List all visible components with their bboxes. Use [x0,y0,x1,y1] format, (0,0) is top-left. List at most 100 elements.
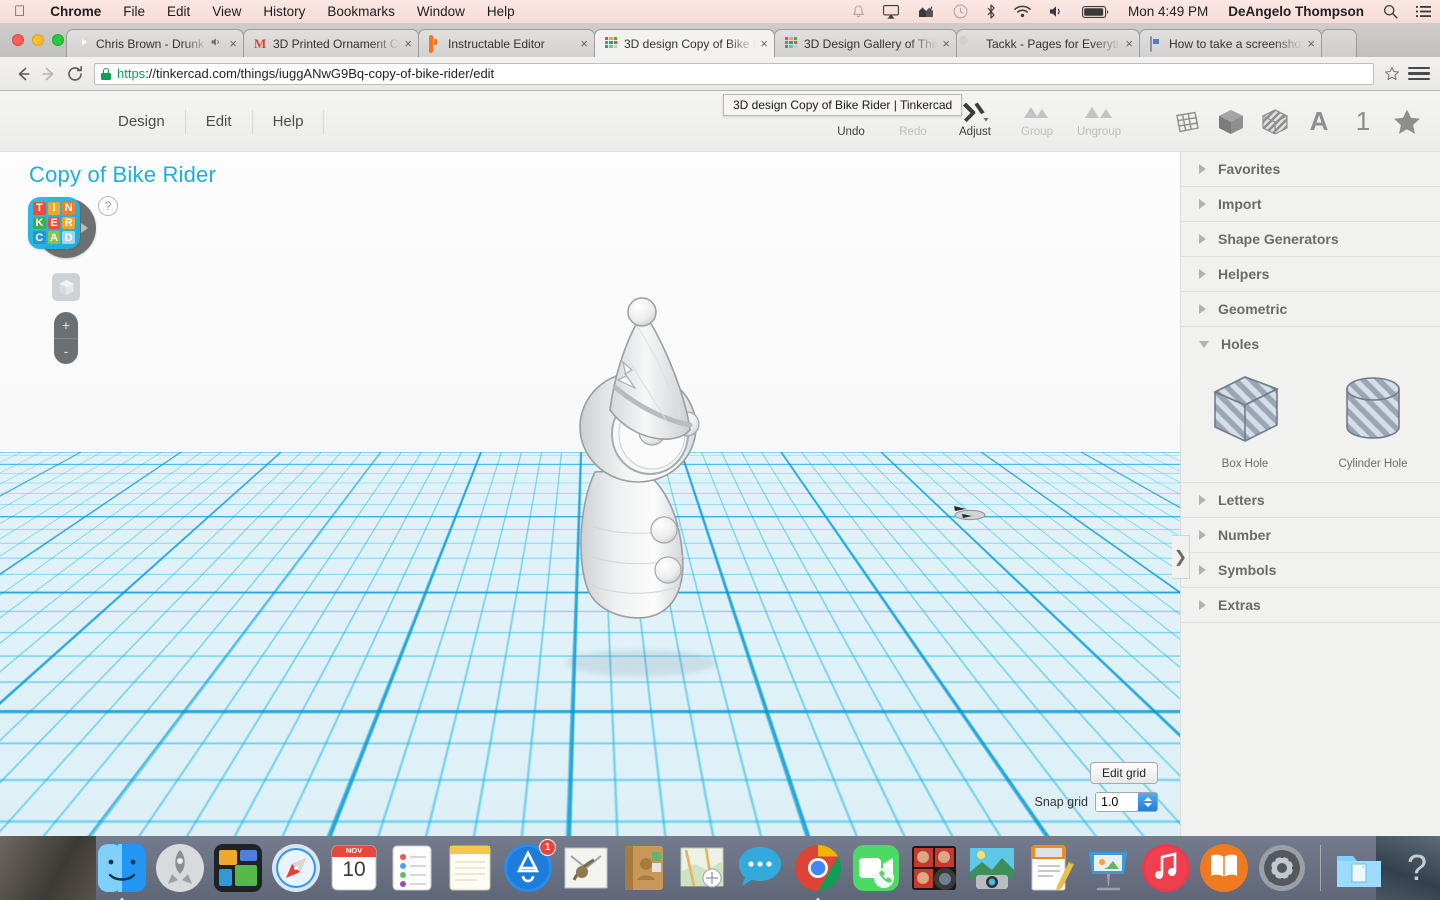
menubar-item-view[interactable]: View [201,0,252,24]
panel-collapse-handle[interactable]: ❯ [1172,535,1190,579]
workplane-icon[interactable] [1172,107,1202,137]
tab-close-button[interactable]: × [942,37,950,50]
iphoto-icon[interactable] [966,842,1018,894]
fit-to-view-button[interactable] [52,273,80,301]
shape-cylinder-hole[interactable]: Cylinder Hole [1309,367,1437,470]
itunes-icon[interactable] [1140,842,1192,894]
panel-section-header[interactable]: Holes [1181,327,1440,361]
notification-center-icon[interactable] [1407,0,1440,24]
page-title[interactable]: Copy of Bike Rider [29,162,216,188]
hole-cube-icon[interactable] [1260,107,1290,137]
snap-grid-stepper[interactable] [1095,792,1158,812]
tab-tinkercad-design[interactable]: 3D design Copy of Bike R × [594,29,775,57]
tab-tinkercad-gallery[interactable]: 3D Design Gallery of Thin × [774,29,957,57]
menubar-clock[interactable]: Mon 4:49 PM [1118,4,1218,19]
reminders-icon[interactable] [386,842,438,894]
edit-grid-button[interactable]: Edit grid [1089,762,1158,784]
shape-box-hole[interactable]: Box Hole [1181,367,1309,470]
search-icon[interactable] [1374,0,1407,24]
hamburger-menu-icon[interactable] [1408,63,1430,85]
favorites-star-icon[interactable] [1392,107,1422,137]
tab-audio-icon[interactable] [211,37,222,50]
tab-youtube[interactable]: Chris Brown - Drunk T × [66,29,244,57]
launchpad-icon[interactable] [154,842,206,894]
menubar-item-help[interactable]: Help [476,0,526,24]
tab-close-button[interactable]: × [1125,37,1133,50]
tab-instructable-editor[interactable]: Instructable Editor × [418,29,595,57]
snap-grid-input[interactable] [1096,793,1138,811]
volume-icon[interactable] [1040,0,1073,24]
pages-icon[interactable] [1024,842,1076,894]
maps-icon[interactable] [676,842,728,894]
tab-how-to-screenshot[interactable]: How to take a screenshot × [1139,29,1322,57]
tinkercad-logo[interactable]: T I N K E R C A D [28,197,80,249]
facetime-icon[interactable] [850,842,902,894]
letters-a-icon[interactable]: A [1304,106,1334,137]
tab-close-button[interactable]: × [580,37,588,50]
panel-section-header[interactable]: Helpers [1181,257,1440,291]
new-tab-button[interactable] [1321,29,1357,57]
bluetooth-icon[interactable] [977,0,1005,24]
menubar-item-history[interactable]: History [252,0,316,24]
calendar-icon[interactable]: NOV 10 [328,842,380,894]
notes-icon[interactable] [444,842,496,894]
apple-logo-icon[interactable]:  [14,4,25,19]
safari-icon[interactable] [270,842,322,894]
airplay-icon[interactable] [874,0,908,24]
zoom-controls[interactable]: + - [54,312,78,364]
shortcuts-home-icon[interactable] [908,0,944,24]
system-preferences-icon[interactable] [1256,842,1308,894]
panel-section-header[interactable]: Geometric [1181,292,1440,326]
number-1-icon[interactable]: 1 [1348,106,1378,137]
menu-help[interactable]: Help [253,109,325,134]
close-window-button[interactable] [12,34,24,46]
design-canvas[interactable]: Copy of Bike Rider ? + - Edit grid Snap … [0,152,1180,836]
tab-gmail[interactable]: M 3D Printed Ornament Ch × [243,29,419,57]
contacts-icon[interactable] [618,842,670,894]
reload-icon[interactable] [62,61,88,87]
panel-section-header[interactable]: Shape Generators [1181,222,1440,256]
menubar-item-window[interactable]: Window [406,0,476,24]
maximize-window-button[interactable] [52,34,64,46]
app-store-icon[interactable]: 1 [502,839,556,894]
wifi-icon[interactable] [1005,0,1040,24]
battery-icon[interactable] [1073,0,1118,24]
chrome-icon[interactable] [792,842,844,900]
panel-section-header[interactable]: Letters [1181,483,1440,517]
star-outline-icon[interactable] [1380,62,1404,86]
documents-folder-icon[interactable] [1333,842,1385,894]
bell-icon[interactable] [843,0,874,24]
arrow-right-icon[interactable] [81,223,88,233]
panel-section-header[interactable]: Import [1181,187,1440,221]
finder-icon[interactable] [96,842,148,900]
solid-cube-icon[interactable] [1216,107,1246,137]
zoom-in-button[interactable]: + [54,312,78,339]
help-button[interactable]: ? [98,196,118,216]
back-arrow-icon[interactable] [10,61,36,87]
menubar-item-edit[interactable]: Edit [156,0,201,24]
tab-close-button[interactable]: × [1307,37,1315,50]
menubar-item-file[interactable]: File [112,0,156,24]
panel-section-header[interactable]: Number [1181,518,1440,552]
menu-design[interactable]: Design [98,109,186,134]
tab-close-button[interactable]: × [229,37,237,50]
menubar-app-name[interactable]: Chrome [39,0,112,24]
menubar-item-bookmarks[interactable]: Bookmarks [316,0,406,24]
help-icon[interactable]: ? [1391,842,1440,894]
time-machine-icon[interactable] [944,0,977,24]
snowman-model[interactable] [540,292,740,652]
tab-close-button[interactable]: × [760,37,768,50]
zoom-out-button[interactable]: - [54,339,78,365]
menubar-user-name[interactable]: DeAngelo Thompson [1218,4,1374,19]
tab-tackk[interactable]: Tackk - Pages for Everyth × [956,29,1140,57]
photo-booth-icon[interactable] [908,842,960,894]
panel-section-header[interactable]: Extras [1181,588,1440,622]
ibooks-icon[interactable] [1198,842,1250,894]
keynote-icon[interactable] [1082,842,1134,894]
tab-close-button[interactable]: × [404,37,412,50]
menu-edit[interactable]: Edit [186,109,253,134]
minimize-window-button[interactable] [32,34,44,46]
mission-control-icon[interactable] [212,842,264,894]
panel-section-header[interactable]: Symbols [1181,553,1440,587]
url-input[interactable]: https://tinkercad.com/things/iuggANwG9Bq… [94,62,1374,85]
